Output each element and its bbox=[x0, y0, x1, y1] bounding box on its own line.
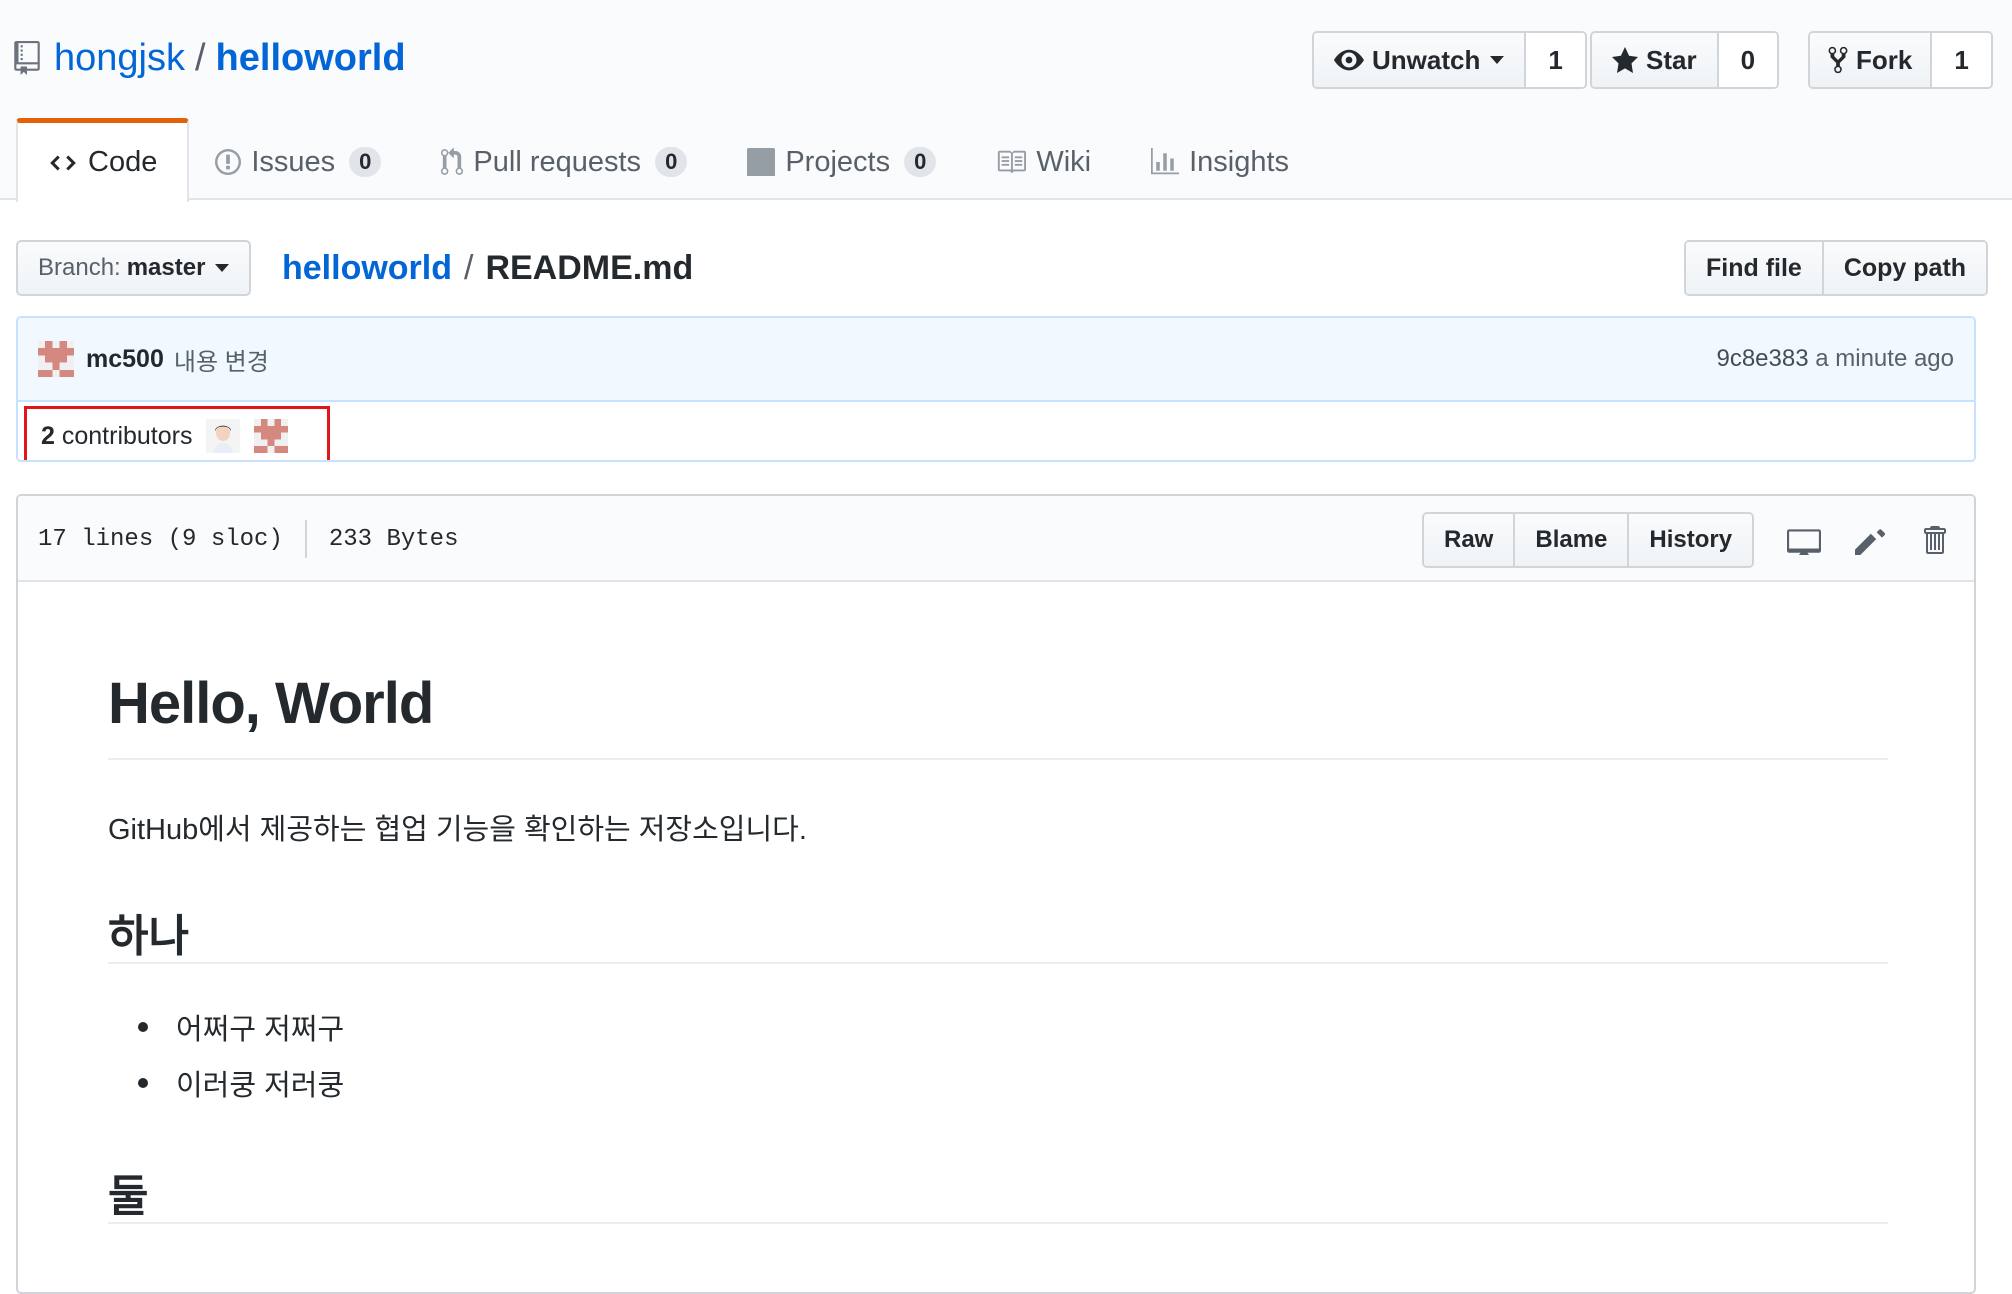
star-label: Star bbox=[1646, 44, 1697, 75]
tab-pull-requests[interactable]: Pull requests 0 bbox=[411, 122, 717, 202]
tab-projects[interactable]: Projects 0 bbox=[717, 122, 966, 202]
eye-icon bbox=[1334, 49, 1364, 71]
desktop-icon[interactable] bbox=[1784, 520, 1824, 560]
git-pull-request-icon bbox=[441, 147, 464, 175]
fork-button[interactable]: Fork bbox=[1810, 33, 1933, 87]
pull-requests-counter: 0 bbox=[655, 147, 688, 177]
tab-wiki[interactable]: Wiki bbox=[966, 122, 1121, 202]
caret-down-icon bbox=[215, 264, 230, 272]
tab-code-label: Code bbox=[88, 146, 158, 178]
file-actions-group: Raw Blame History bbox=[1422, 512, 1755, 568]
heading-divider bbox=[108, 758, 1888, 760]
tab-insights[interactable]: Insights bbox=[1121, 122, 1319, 202]
list-item-text: 이러쿵 저러쿵 bbox=[176, 1070, 345, 1102]
star-icon bbox=[1612, 47, 1638, 73]
breadcrumb-file-name: README.md bbox=[485, 248, 694, 287]
heading-divider bbox=[108, 962, 1888, 964]
breadcrumb: helloworld / README.md bbox=[282, 244, 693, 292]
commit-meta: 9c8e383 a minute ago bbox=[1716, 345, 1954, 373]
code-icon bbox=[50, 155, 76, 170]
repo-name-link[interactable]: helloworld bbox=[216, 37, 406, 80]
copy-path-button[interactable]: Copy path bbox=[1821, 242, 1987, 294]
trashcan-icon[interactable] bbox=[1914, 520, 1954, 560]
forks-count[interactable]: 1 bbox=[1932, 33, 1991, 87]
file-nav-button-group: Find file Copy path bbox=[1684, 240, 1989, 296]
contributor-avatar-hongjsk[interactable] bbox=[206, 419, 241, 453]
list-item: 어쩌구 저쩌구 bbox=[108, 1006, 344, 1048]
repo-title: hongjsk / helloworld bbox=[14, 36, 406, 80]
tab-insights-label: Insights bbox=[1189, 145, 1290, 178]
tab-wiki-label: Wiki bbox=[1036, 145, 1092, 178]
contributors-label: contributors bbox=[61, 421, 193, 450]
unwatch-button[interactable]: Unwatch bbox=[1314, 33, 1527, 87]
contributors-text: 2 contributors bbox=[41, 422, 192, 451]
star-button[interactable]: Star bbox=[1592, 33, 1719, 87]
star-button-group: Star 0 bbox=[1590, 31, 1780, 89]
stargazers-count[interactable]: 0 bbox=[1718, 33, 1778, 87]
project-icon bbox=[747, 148, 776, 176]
history-button[interactable]: History bbox=[1627, 514, 1753, 566]
caret-down-icon bbox=[1490, 56, 1505, 64]
file-info: 17 lines (9 sloc) 233 Bytes bbox=[38, 496, 458, 582]
contributor-avatar-mc500[interactable] bbox=[254, 419, 289, 453]
file-info-divider bbox=[304, 520, 307, 558]
tab-pull-requests-label: Pull requests bbox=[473, 145, 642, 178]
watchers-count[interactable]: 1 bbox=[1526, 33, 1585, 87]
commit-tease: mc500 내용 변경 9c8e383 a minute ago 2 contr… bbox=[16, 316, 1976, 462]
fork-button-group: Fork 1 bbox=[1808, 31, 1993, 89]
book-icon bbox=[998, 150, 1027, 174]
branch-name: master bbox=[126, 254, 206, 281]
tab-issues-label: Issues bbox=[251, 145, 336, 178]
pencil-icon[interactable] bbox=[1850, 520, 1890, 560]
projects-counter: 0 bbox=[904, 147, 937, 177]
repo-icon bbox=[14, 41, 40, 75]
watch-button-group: Unwatch 1 bbox=[1312, 31, 1587, 89]
file-lines: 17 lines (9 sloc) bbox=[38, 525, 283, 553]
unwatch-label: Unwatch bbox=[1372, 44, 1481, 75]
repo-nav-tabs: Code Issues 0 Pull requests 0 Projects 0… bbox=[16, 118, 1319, 202]
commit-author[interactable]: mc500 bbox=[86, 345, 164, 374]
commit-sha[interactable]: 9c8e383 bbox=[1716, 345, 1808, 372]
bullet bbox=[138, 1078, 148, 1088]
issues-counter: 0 bbox=[349, 147, 382, 177]
fork-icon bbox=[1828, 46, 1848, 74]
tab-code[interactable]: Code bbox=[16, 118, 190, 202]
commit-time: a minute ago bbox=[1815, 345, 1954, 372]
file-header: 17 lines (9 sloc) 233 Bytes Raw Blame Hi… bbox=[18, 496, 1974, 582]
repo-owner-link[interactable]: hongjsk bbox=[54, 37, 185, 80]
readme-heading-2-two: 둘 bbox=[108, 1172, 149, 1221]
find-file-button[interactable]: Find file bbox=[1686, 242, 1822, 294]
issue-opened-icon bbox=[215, 149, 242, 175]
contributors-row: 2 contributors bbox=[18, 404, 1974, 460]
author-avatar[interactable] bbox=[38, 341, 74, 377]
repo-title-separator: / bbox=[194, 36, 206, 79]
fork-label: Fork bbox=[1856, 44, 1913, 75]
readme-heading-2-one: 하나 bbox=[108, 912, 189, 961]
branch-select-button[interactable]: Branch: master bbox=[16, 240, 252, 296]
graph-icon bbox=[1151, 148, 1180, 175]
list-item: 이러쿵 저러쿵 bbox=[108, 1062, 344, 1104]
contributors-highlight[interactable]: 2 contributors bbox=[24, 406, 330, 460]
branch-prefix: Branch: bbox=[38, 254, 121, 281]
commit-message[interactable]: 내용 변경 bbox=[174, 342, 269, 377]
tab-issues[interactable]: Issues 0 bbox=[189, 122, 411, 202]
latest-commit-bar: mc500 내용 변경 9c8e383 a minute ago bbox=[18, 318, 1974, 402]
contributors-count: 2 bbox=[41, 421, 55, 450]
breadcrumb-repo-link[interactable]: helloworld bbox=[282, 249, 452, 288]
readme-intro: GitHub에서 제공하는 협업 기능을 확인하는 저장소입니다. bbox=[108, 814, 807, 846]
tab-projects-label: Projects bbox=[785, 145, 891, 178]
raw-button[interactable]: Raw bbox=[1424, 514, 1514, 566]
list-item-text: 어쩌구 저쩌구 bbox=[176, 1014, 345, 1046]
file-size: 233 Bytes bbox=[328, 525, 459, 553]
readme-heading-1: Hello, World bbox=[108, 671, 434, 736]
breadcrumb-separator: / bbox=[464, 248, 474, 287]
heading-divider bbox=[108, 1222, 1888, 1224]
bullet bbox=[138, 1022, 148, 1032]
file-viewer: 17 lines (9 sloc) 233 Bytes Raw Blame Hi… bbox=[16, 494, 1976, 1294]
blame-button[interactable]: Blame bbox=[1513, 514, 1628, 566]
